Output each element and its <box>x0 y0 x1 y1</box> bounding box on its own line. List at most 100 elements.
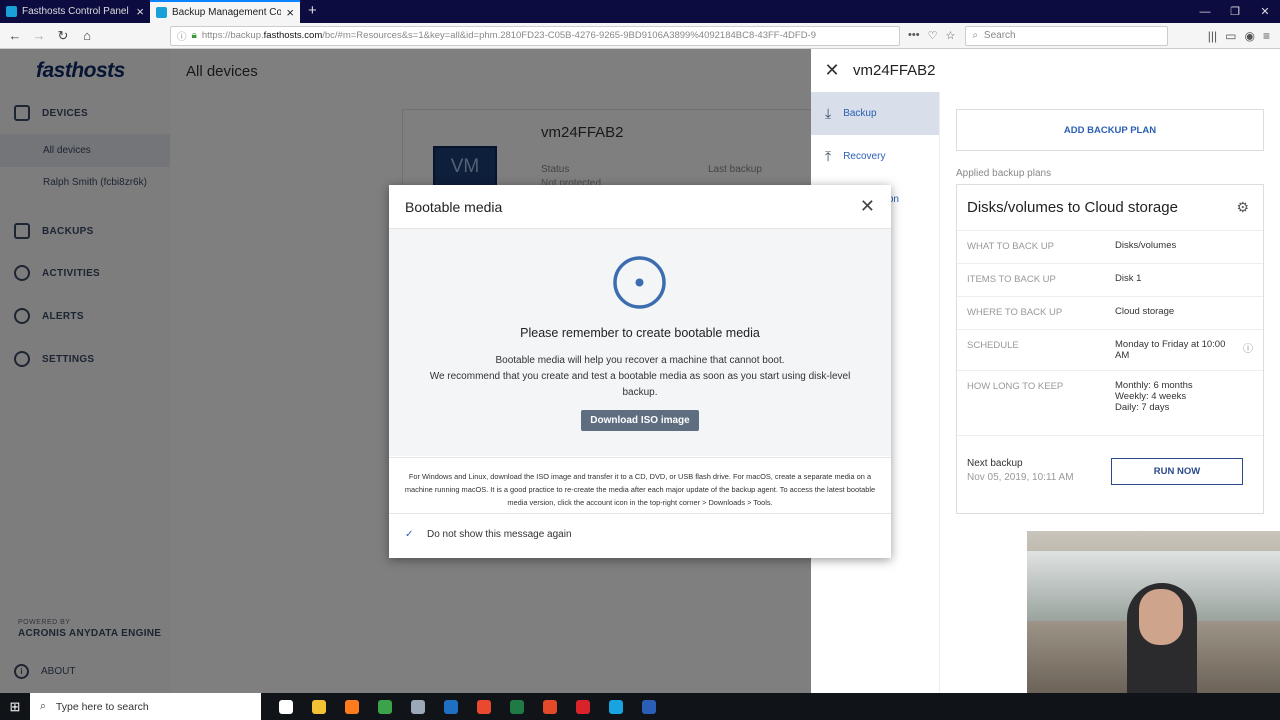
bootable-media-dialog: Bootable media ✕ Please remember to crea… <box>389 185 891 558</box>
panel-nav-label: Recovery <box>843 151 886 162</box>
snagit-icon[interactable] <box>533 693 566 720</box>
close-window-icon[interactable]: ✕ <box>1250 5 1280 18</box>
disc-icon <box>613 256 666 309</box>
close-panel-icon[interactable]: ✕ <box>811 60 853 81</box>
sidebar-icon[interactable]: ▭ <box>1225 29 1236 43</box>
url-domain: fasthosts.com <box>263 30 323 41</box>
next-backup-label: Next backup <box>967 458 1023 469</box>
search-icon: ⌕ <box>40 700 46 712</box>
plan-row: SCHEDULE Monday to Friday at 10:00 AM ⓘ <box>957 329 1263 369</box>
panel-header: ✕ vm24FFAB2 <box>811 49 1280 92</box>
bookmark-star-icon[interactable]: ☆ <box>945 29 955 42</box>
tab-title: Fasthosts Control Panel <box>22 6 129 17</box>
info-icon[interactable]: ⓘ <box>1243 340 1253 355</box>
dialog-text: Bootable media will help you recover a m… <box>429 353 851 401</box>
url-path: /bc/#m=Resources&s=1&key=all&id=phm.2810… <box>322 30 817 41</box>
next-backup-row: Next backup Nov 05, 2019, 10:11 AM RUN N… <box>957 435 1263 514</box>
forward-icon[interactable]: → <box>28 28 50 43</box>
pocket-icon[interactable]: ♡ <box>928 29 938 42</box>
app-red-icon[interactable] <box>566 693 599 720</box>
plan-row-key: SCHEDULE <box>967 340 1019 351</box>
gear-icon[interactable]: ⚙ <box>1236 199 1249 216</box>
camtasia-icon-glyph <box>476 699 491 714</box>
plan-row-key: WHAT TO BACK UP <box>967 241 1054 252</box>
browser-tab-bar: Fasthosts Control Panel × Backup Managem… <box>0 0 1280 23</box>
url-scheme: https://backup. <box>201 30 264 41</box>
info-icon[interactable]: ⓘ <box>177 29 187 43</box>
add-backup-plan-button[interactable]: ADD BACKUP PLAN <box>956 109 1264 151</box>
menu-icon[interactable]: ≡ <box>1263 29 1270 43</box>
taskbar-apps <box>269 693 665 720</box>
tab-title: Backup Management Console <box>172 7 282 18</box>
close-tab-icon[interactable]: × <box>136 5 144 18</box>
lock-icon: 🔒︎ <box>191 30 197 41</box>
address-bar[interactable]: ⓘ 🔒︎ https://backup.fasthosts.com/bc/#m=… <box>170 25 900 46</box>
firefox-icon[interactable] <box>335 693 368 720</box>
do-not-show-checkbox[interactable]: ✓ Do not show this message again <box>405 529 572 540</box>
browser-tools: ||| ▭ ◉ ≡ <box>1208 29 1276 43</box>
skype-icon[interactable] <box>599 693 632 720</box>
app-blue-icon[interactable] <box>632 693 665 720</box>
plan-row-value: Disks/volumes <box>1115 240 1177 251</box>
dialog-line: We recommend that you create and test a … <box>429 371 851 398</box>
webcam-overlay <box>1027 531 1280 693</box>
app-icon-glyph <box>410 699 425 714</box>
search-icon: ⌕ <box>972 30 978 41</box>
dialog-heading: Please remember to create bootable media <box>520 326 760 340</box>
outlook-icon[interactable] <box>434 693 467 720</box>
home-icon[interactable]: ⌂ <box>76 28 98 43</box>
dialog-line: Bootable media will help you recover a m… <box>495 355 785 366</box>
chrome-icon[interactable] <box>368 693 401 720</box>
plan-row: ITEMS TO BACK UP Disk 1 <box>957 263 1263 295</box>
taskbar-search-input[interactable]: ⌕ Type here to search <box>30 693 261 720</box>
file-explorer-icon[interactable] <box>302 693 335 720</box>
snagit-icon-glyph <box>542 699 557 714</box>
task-view-icon-glyph <box>278 699 293 714</box>
tab-backup-management-console[interactable]: Backup Management Console × <box>150 0 300 23</box>
outlook-icon-glyph <box>443 699 458 714</box>
skype-icon-glyph <box>608 699 623 714</box>
reload-icon[interactable]: ↻ <box>52 28 74 44</box>
app-blue-icon-glyph <box>641 699 656 714</box>
fasthosts-favicon-icon <box>6 6 17 17</box>
tab-fasthosts-control-panel[interactable]: Fasthosts Control Panel × <box>0 0 150 23</box>
restore-icon[interactable]: ❐ <box>1220 5 1250 18</box>
back-icon[interactable]: ← <box>4 28 26 43</box>
app-red-icon-glyph <box>575 699 590 714</box>
panel-nav-backup[interactable]: ⤓ Backup <box>811 92 939 135</box>
plan-row-key: HOW LONG TO KEEP <box>967 381 1064 392</box>
panel-nav-recovery[interactable]: ⤒ Recovery <box>811 135 939 178</box>
taskbar-search-placeholder: Type here to search <box>55 700 149 713</box>
backup-plan-card: Disks/volumes to Cloud storage ⚙ WHAT TO… <box>956 184 1264 514</box>
app-icon[interactable] <box>401 693 434 720</box>
dialog-body: Please remember to create bootable media… <box>389 229 891 456</box>
windows-start-icon[interactable]: ⊞ <box>0 699 30 715</box>
camtasia-icon[interactable] <box>467 693 500 720</box>
url-actions: ••• ♡ ☆ <box>908 29 955 42</box>
search-input[interactable]: ⌕ Search <box>965 25 1169 46</box>
plan-row-value: Monthly: 6 months Weekly: 4 weeks Daily:… <box>1115 380 1193 413</box>
library-icon[interactable]: ||| <box>1208 29 1217 43</box>
plan-row-value: Disk 1 <box>1115 273 1142 284</box>
acronis-favicon-icon <box>156 7 167 18</box>
account-icon[interactable]: ◉ <box>1245 29 1255 43</box>
close-tab-icon[interactable]: × <box>286 6 294 19</box>
download-iso-button[interactable]: Download ISO image <box>581 410 699 431</box>
plan-row-key: ITEMS TO BACK UP <box>967 274 1056 285</box>
excel-icon[interactable] <box>500 693 533 720</box>
dialog-title: Bootable media <box>405 198 503 215</box>
chrome-icon-glyph <box>377 699 392 714</box>
plan-row-key: WHERE TO BACK UP <box>967 307 1063 318</box>
more-actions-icon[interactable]: ••• <box>908 29 920 42</box>
task-view-icon[interactable] <box>269 693 302 720</box>
download-icon: ⤓ <box>825 105 832 121</box>
upload-icon: ⤒ <box>825 148 832 164</box>
dialog-note: For Windows and Linux, download the ISO … <box>389 457 891 514</box>
dialog-header: Bootable media ✕ <box>389 185 891 229</box>
run-now-button[interactable]: RUN NOW <box>1111 458 1243 485</box>
minimize-icon[interactable]: — <box>1190 6 1220 18</box>
checkmark-icon[interactable]: ✓ <box>405 529 415 540</box>
close-dialog-icon[interactable]: ✕ <box>860 196 875 217</box>
excel-icon-glyph <box>509 699 524 714</box>
new-tab-icon[interactable]: + <box>300 0 325 23</box>
